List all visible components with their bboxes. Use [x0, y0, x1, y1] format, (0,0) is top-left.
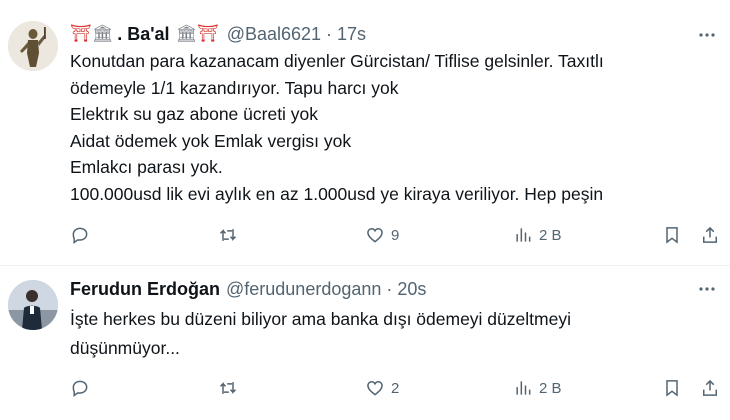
timestamp[interactable]: 17s	[337, 24, 366, 45]
tweet-text-line: Elektrık su gaz abone ücreti yok	[70, 104, 319, 124]
person-avatar-image	[8, 280, 58, 330]
reply-button[interactable]	[70, 373, 96, 403]
tweet[interactable]: Ferudun Erdoğan @ferudunerdogann · 20s İ…	[0, 266, 730, 420]
reply-icon	[72, 227, 88, 244]
share-icon	[703, 379, 717, 396]
avatar[interactable]	[8, 21, 58, 71]
like-count: 9	[391, 226, 400, 244]
more-horizontal-icon[interactable]	[696, 278, 718, 300]
views-count: 2 B	[539, 226, 562, 244]
torii-gate-icon: ⛩	[70, 24, 92, 44]
share-button[interactable]	[700, 220, 720, 250]
display-name[interactable]: Ferudun Erdoğan	[70, 279, 220, 300]
heart-icon	[367, 380, 383, 396]
like-button[interactable]: 2	[365, 373, 399, 403]
classical-building-icon: 🏛	[91, 24, 114, 44]
more-horizontal-icon[interactable]	[696, 24, 718, 46]
retweet-button[interactable]	[218, 373, 244, 403]
views-chart-icon	[516, 381, 531, 395]
avatar[interactable]	[8, 280, 58, 330]
bookmark-button[interactable]	[662, 373, 682, 403]
views-count: 2 B	[539, 379, 562, 397]
tweet-header: Ferudun Erdoğan @ferudunerdogann · 20s	[70, 275, 670, 303]
tweet-actions: 9 2 B	[70, 220, 722, 250]
tweet-text: Konutdan para kazanacam diyenler Gürcist…	[70, 48, 706, 207]
separator-dot: ·	[326, 23, 333, 44]
tweet-text-line: Aidat ödemek yok Emlak vergisı yok	[70, 130, 352, 151]
bookmark-icon	[666, 227, 678, 244]
tweet[interactable]: ⛩ 🏛 . Ba'al 🏛 ⛩ @Baal6621 · 17s Konutdan…	[0, 0, 730, 266]
retweet-icon	[219, 229, 237, 241]
tweet-text-line: ödemeyle 1/1 kazandırıyor. Tapu harcı yo…	[70, 77, 399, 98]
user-handle[interactable]: @ferudunerdogann	[226, 279, 381, 300]
reply-icon	[72, 380, 88, 397]
bookmark-icon	[666, 380, 678, 397]
classical-building-icon: 🏛	[175, 24, 198, 44]
heart-icon	[367, 227, 383, 243]
torii-gate-icon: ⛩	[197, 24, 219, 44]
retweet-button[interactable]	[218, 220, 244, 250]
tweet-header: ⛩ 🏛 . Ba'al 🏛 ⛩ @Baal6621 · 17s	[70, 20, 670, 48]
like-button[interactable]: 9	[365, 220, 399, 250]
statue-avatar-image	[8, 21, 58, 71]
user-handle[interactable]: @Baal6621	[227, 24, 321, 45]
views-button[interactable]: 2 B	[513, 373, 562, 403]
views-chart-icon	[516, 228, 531, 242]
timestamp[interactable]: 20s	[397, 279, 426, 300]
tweet-text-line: İşte herkes bu düzeni biliyor ama banka …	[70, 309, 571, 329]
share-icon	[703, 226, 717, 243]
bookmark-button[interactable]	[662, 220, 682, 250]
tweet-actions: 2 2 B	[70, 373, 722, 403]
share-button[interactable]	[700, 373, 720, 403]
reply-button[interactable]	[70, 220, 96, 250]
views-button[interactable]: 2 B	[513, 220, 562, 250]
tweet-text-line: Emlakcı parası yok.	[70, 157, 223, 177]
tweet-text-line: 100.000usd lik evi aylık en az 1.000usd …	[70, 183, 604, 204]
like-count: 2	[391, 379, 400, 397]
retweet-icon	[219, 382, 237, 394]
tweet-text-line: düşünmüyor...	[70, 338, 180, 358]
tweet-text-line: Konutdan para kazanacam diyenler Gürcist…	[70, 51, 604, 71]
separator-dot: ·	[386, 278, 393, 299]
display-name[interactable]: . Ba'al	[117, 24, 169, 45]
tweet-text: İşte herkes bu düzeni biliyor ama banka …	[70, 305, 706, 363]
